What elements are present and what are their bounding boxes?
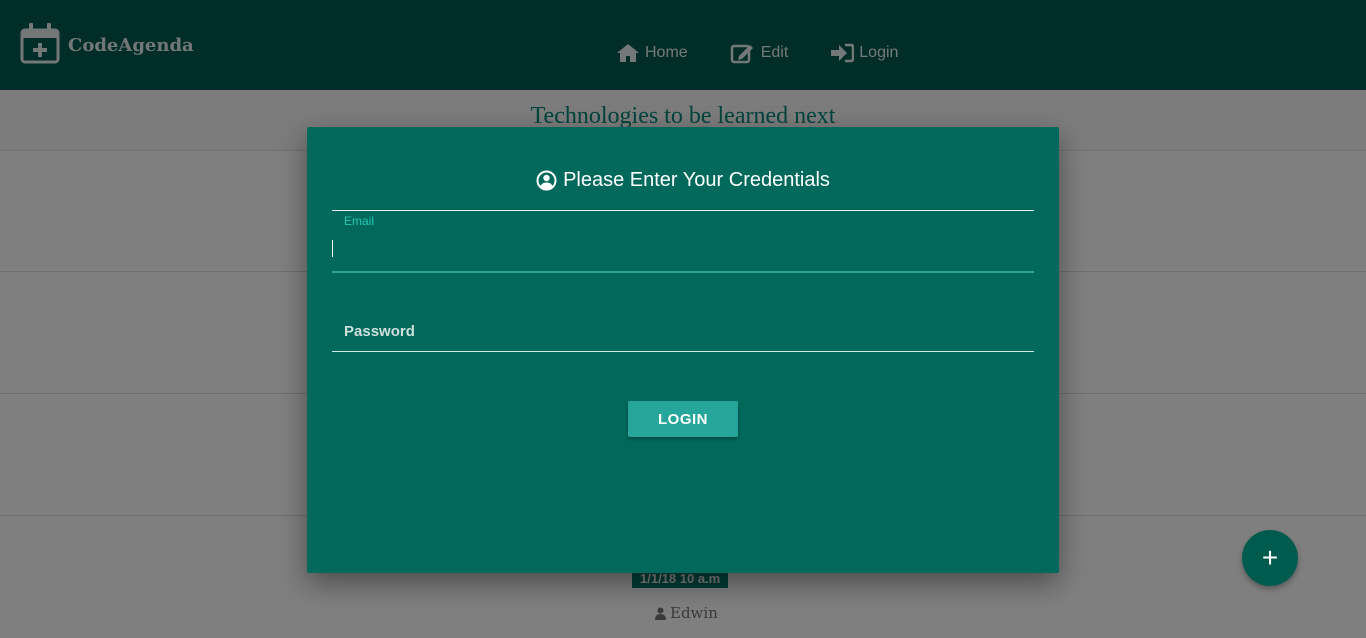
login-button[interactable]: LOGIN	[628, 401, 738, 437]
text-caret	[332, 240, 333, 257]
password-field[interactable]	[332, 312, 1034, 352]
plus-icon: +	[1261, 542, 1279, 573]
divider	[332, 210, 1034, 211]
add-button[interactable]: +	[1242, 530, 1298, 586]
login-modal: Please Enter Your Credentials Email LOGI…	[307, 127, 1059, 573]
modal-title-text: Please Enter Your Credentials	[563, 169, 830, 191]
email-label: Email	[344, 214, 375, 228]
user-circle-icon	[536, 170, 557, 191]
email-field[interactable]	[332, 231, 1034, 273]
modal-title: Please Enter Your Credentials	[307, 169, 1059, 192]
